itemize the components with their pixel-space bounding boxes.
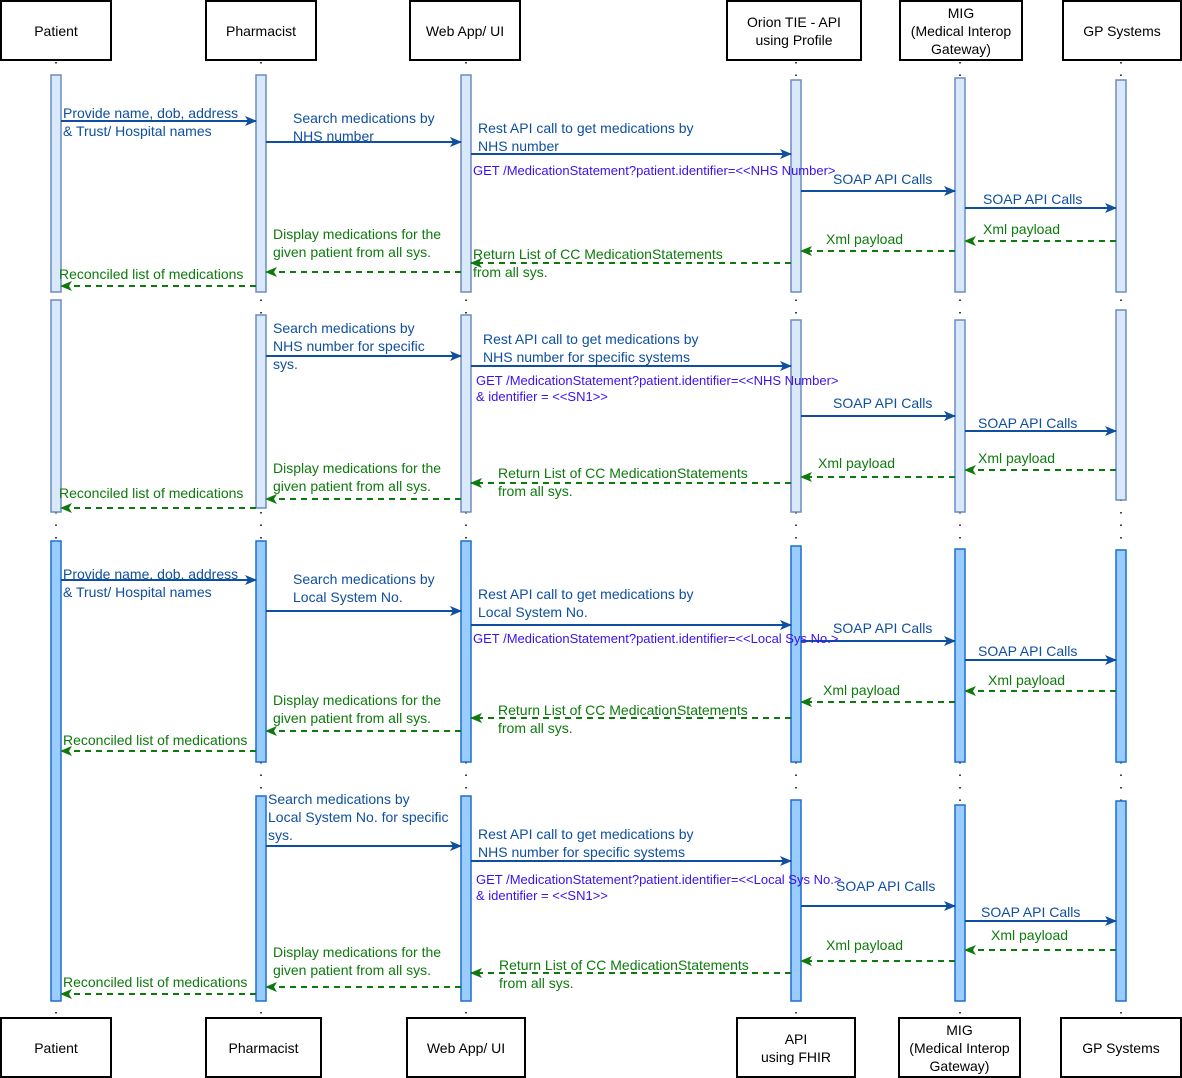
actor-gp-bottom: GP Systems [1060, 1017, 1182, 1078]
activation-bar-mig [954, 804, 966, 1002]
activation-bar-mig [954, 319, 966, 513]
msg-search-local-3: Search medications by Local System No. [293, 571, 435, 605]
actor-patient-bottom: Patient [0, 1017, 112, 1078]
actor-pharmacist-bottom: Pharmacist [205, 1017, 322, 1078]
actor-api-top: Orion TIE - API using Profile [726, 0, 862, 61]
msg-xml-mig-api-4: Xml payload [826, 937, 904, 953]
msg-reconciled-1: Reconciled list of medications [59, 266, 244, 282]
msg-soap-api-mig-3: SOAP API Calls [833, 620, 933, 636]
msg-display-meds-2: Display medications for the given patien… [273, 460, 442, 494]
msg-search-local-specific-4: Search medications by Local System No. f… [268, 791, 449, 843]
msg-xml-gp-mig-4: Xml payload [991, 927, 1069, 943]
activation-bar-pharmacist [255, 540, 267, 763]
msg-rest-call-3: Rest API call to get medications by Loca… [478, 586, 694, 620]
activation-bar-webapp [460, 74, 472, 293]
msg-xml-mig-api-1: Xml payload [826, 231, 904, 247]
actor-mig-top: MIG (Medical Interop Gateway) [899, 0, 1023, 61]
msg-xml-gp-mig-2: Xml payload [978, 450, 1056, 466]
msg-return-list-3: Return List of CC MedicationStatements f… [498, 702, 748, 736]
actor-patient-top: Patient [0, 0, 112, 61]
activation-bar-pharmacist [255, 74, 267, 293]
msg-return-list-2: Return List of CC MedicationStatements f… [498, 465, 748, 499]
msg-xml-mig-api-3: Xml payload [823, 682, 901, 698]
msg-rest-call-4: Rest API call to get medications by NHS … [478, 826, 694, 860]
msg-return-list-1: Return List of CC MedicationStatements f… [473, 246, 723, 280]
msg-return-list-4: Return List of CC MedicationStatements f… [499, 957, 749, 991]
msg-soap-mig-gp-1: SOAP API Calls [983, 191, 1083, 207]
actor-pharmacist-top: Pharmacist [205, 0, 317, 61]
request-get-2: GET /MedicationStatement?patient.identif… [476, 373, 839, 404]
activation-bar-gp [1115, 549, 1127, 763]
msg-reconciled-2: Reconciled list of medications [59, 485, 244, 501]
sequence-diagram: Patient Pharmacist Web App/ UI Orion TIE… [0, 0, 1182, 1078]
msg-display-meds-4: Display medications for the given patien… [273, 944, 442, 978]
msg-display-meds-3: Display medications for the given patien… [273, 692, 442, 726]
msg-rest-call-1: Rest API call to get medications by NHS … [478, 120, 694, 154]
activation-bar-patient [50, 74, 62, 293]
msg-xml-gp-mig-3: Xml payload [988, 672, 1066, 688]
activation-bar-patient [50, 540, 62, 1002]
actor-api-bottom: API using FHIR [736, 1017, 856, 1078]
activation-bar-gp [1115, 309, 1127, 501]
activation-bar-webapp [460, 314, 472, 513]
activation-bar-gp [1115, 79, 1127, 293]
actor-mig-bottom: MIG (Medical Interop Gateway) [898, 1017, 1021, 1078]
msg-soap-mig-gp-3: SOAP API Calls [978, 643, 1078, 659]
activation-bar-webapp [460, 540, 472, 763]
actor-webapp-top: Web App/ UI [409, 0, 521, 61]
activation-bar-gp [1115, 800, 1127, 1002]
msg-provide-details-1: Provide name, dob, address & Trust/ Hosp… [63, 105, 239, 139]
activation-bar-mig [954, 548, 966, 763]
msg-reconciled-4: Reconciled list of medications [63, 974, 248, 990]
msg-soap-mig-gp-2: SOAP API Calls [978, 415, 1078, 431]
msg-soap-api-mig-1: SOAP API Calls [833, 171, 933, 187]
msg-xml-gp-mig-1: Xml payload [983, 221, 1061, 237]
msg-soap-api-mig-2: SOAP API Calls [833, 395, 933, 411]
msg-xml-mig-api-2: Xml payload [818, 455, 896, 471]
msg-rest-call-2: Rest API call to get medications by NHS … [483, 331, 699, 365]
activation-bar-pharmacist [255, 795, 267, 1002]
msg-reconciled-3: Reconciled list of medications [63, 732, 248, 748]
activation-bar-api [790, 545, 802, 763]
actor-webapp-bottom: Web App/ UI [406, 1017, 526, 1078]
activation-bar-pharmacist [255, 314, 267, 509]
msg-search-nhs-1: Search medications by NHS number [293, 110, 435, 144]
msg-search-nhs-specific-2: Search medications by NHS number for spe… [273, 320, 425, 372]
msg-soap-mig-gp-4: SOAP API Calls [981, 904, 1081, 920]
request-get-4: GET /MedicationStatement?patient.identif… [476, 872, 842, 903]
msg-provide-details-3: Provide name, dob, address & Trust/ Hosp… [63, 566, 239, 600]
msg-soap-api-mig-4: SOAP API Calls [836, 878, 936, 894]
request-get-1: GET /MedicationStatement?patient.identif… [473, 163, 836, 178]
activation-bar-api [790, 319, 802, 513]
activation-bar-patient [50, 299, 62, 513]
actor-gp-top: GP Systems [1062, 0, 1182, 61]
activation-bar-webapp [460, 795, 472, 1002]
msg-display-meds-1: Display medications for the given patien… [273, 226, 442, 260]
activation-bar-mig [954, 77, 966, 293]
request-get-3: GET /MedicationStatement?patient.identif… [473, 631, 839, 646]
activation-bar-api [790, 79, 802, 293]
